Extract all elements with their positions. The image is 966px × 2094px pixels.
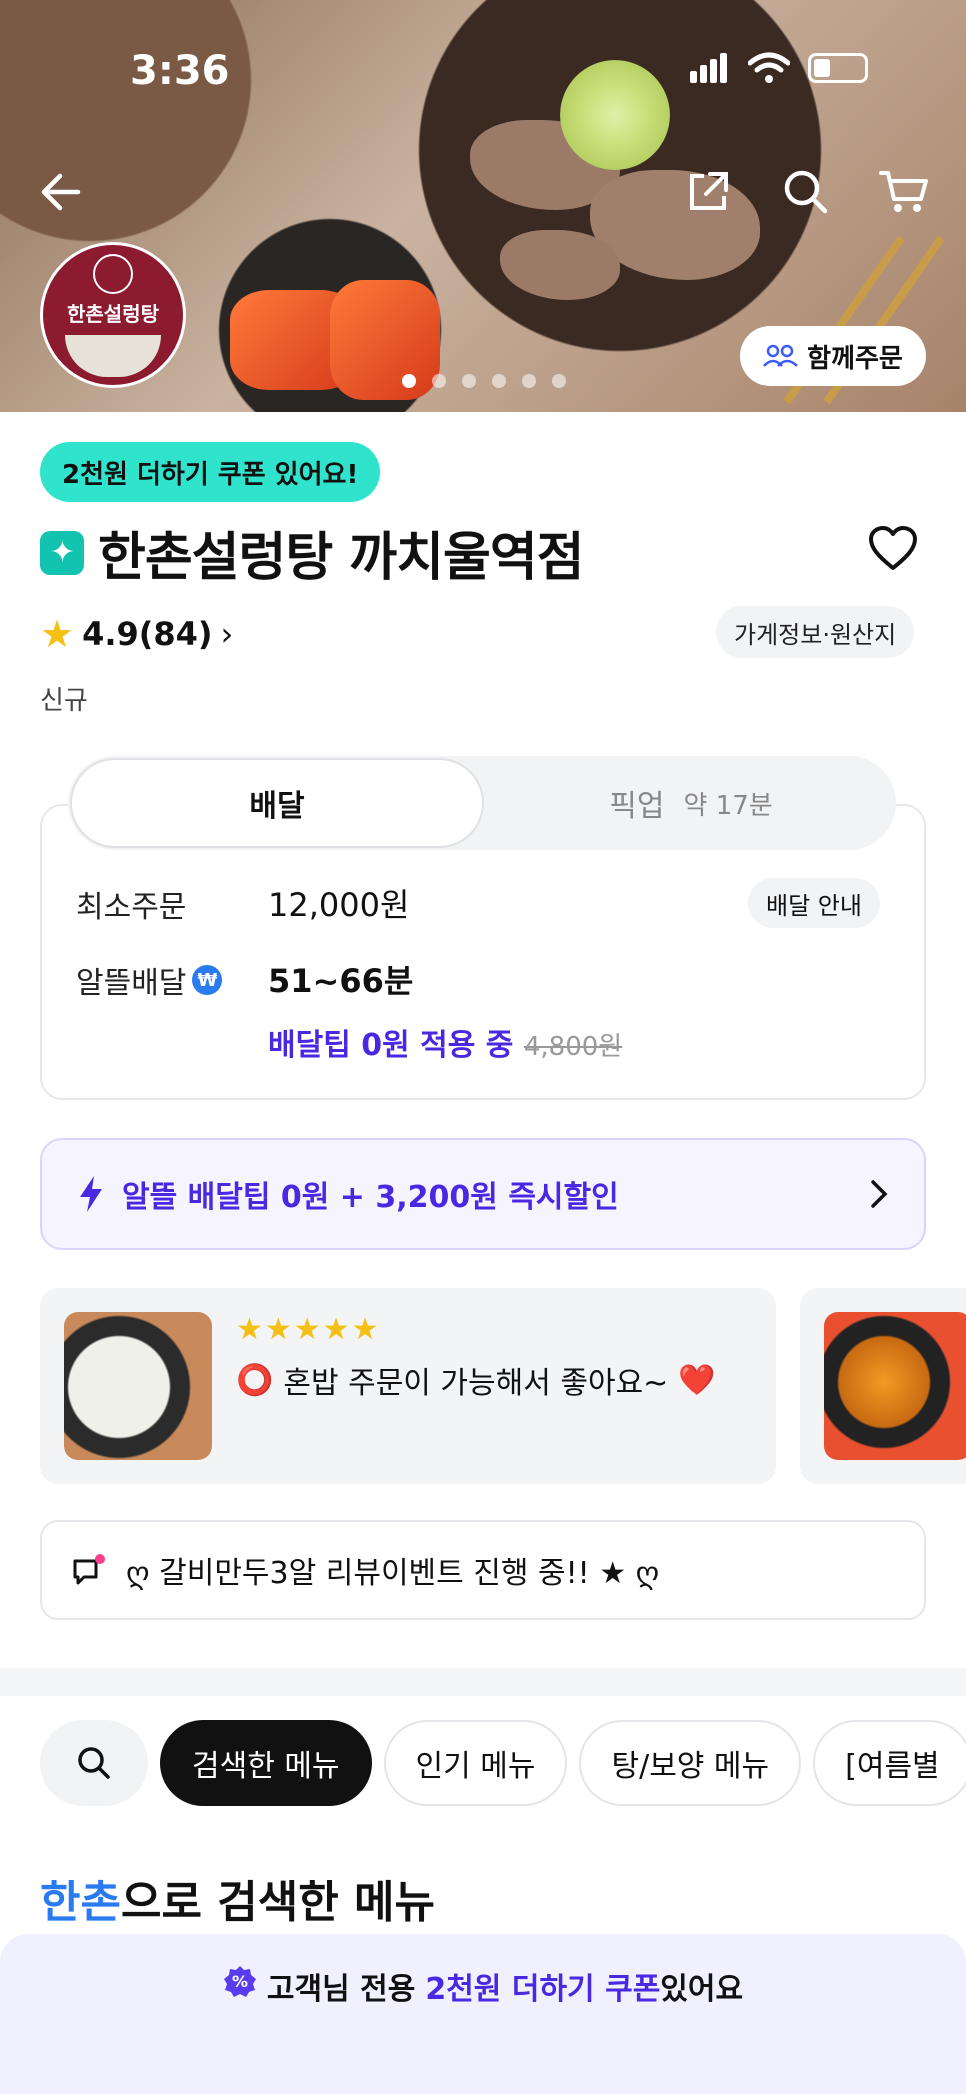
bottom-coupon-banner[interactable]: % 고객님 전용 2천원 더하기 쿠폰있어요 xyxy=(0,1934,966,2094)
tip-original: 4,800원 xyxy=(523,1032,623,1062)
share-button[interactable] xyxy=(678,162,738,222)
discount-promo-banner[interactable]: 알뜰 배달팁 0원 + 3,200원 즉시할인 xyxy=(40,1138,926,1250)
group-order-button[interactable]: 함께주문 xyxy=(740,326,926,386)
notice-bar[interactable]: ღ 갈비만두3알 리뷰이벤트 진행 중!! ★ ღ xyxy=(40,1520,926,1620)
people-icon xyxy=(763,344,799,367)
logo-text: 한촌설렁탕 xyxy=(67,301,159,326)
cart-icon xyxy=(879,171,928,212)
status-icons xyxy=(690,52,868,84)
tip-applied: 배달팁 0원 적용 중 xyxy=(268,1028,514,1063)
tab-popular-menu[interactable]: 인기 메뉴 xyxy=(383,1720,568,1806)
pickup-time: 약 17분 xyxy=(683,790,773,821)
menu-category-tabs: 검색한 메뉴 인기 메뉴 탕/보양 메뉴 [여름별 xyxy=(40,1720,966,1806)
review-card[interactable] xyxy=(800,1288,966,1484)
search-icon xyxy=(78,1747,110,1779)
heart-icon xyxy=(869,526,917,570)
section-title-rest: 으로 검색한 메뉴 xyxy=(120,1877,435,1928)
back-arrow-icon xyxy=(41,173,81,211)
carousel-dot[interactable] xyxy=(522,374,536,388)
favorite-button[interactable] xyxy=(868,526,918,576)
review-photo xyxy=(824,1312,966,1460)
star-icon: ★ xyxy=(40,612,75,656)
coupon-badge-icon: % xyxy=(223,1966,256,1997)
carousel-dot[interactable] xyxy=(432,374,446,388)
delivery-tip-line: 배달팁 0원 적용 중 4,800원 xyxy=(268,1020,622,1064)
search-button[interactable] xyxy=(776,162,836,222)
tab-searched-menu[interactable]: 검색한 메뉴 xyxy=(160,1720,372,1806)
carousel-dot[interactable] xyxy=(492,374,506,388)
carousel-dots xyxy=(402,374,566,388)
banner-highlight: 2천원 더하기 쿠폰 xyxy=(425,1972,661,2007)
search-icon xyxy=(784,170,828,214)
signal-icon xyxy=(690,53,730,83)
section-title: 한촌으로 검색한 메뉴 xyxy=(40,1866,435,1930)
carousel-dot[interactable] xyxy=(552,374,566,388)
wifi-icon xyxy=(748,52,790,83)
tab-soup-menu[interactable]: 탕/보양 메뉴 xyxy=(579,1720,802,1806)
new-tag: 신규 xyxy=(40,686,88,716)
tab-summer-menu[interactable]: [여름별 xyxy=(813,1720,966,1806)
banner-suffix: 있어요 xyxy=(660,1972,744,2007)
hero-image[interactable]: 3:36 한촌설렁탕 함께주문 xyxy=(0,0,966,412)
cart-button[interactable] xyxy=(874,162,934,222)
delivery-guide-button[interactable]: 배달 안내 xyxy=(748,878,880,928)
review-text-row: ⭕ 혼밥 주문이 가능해서 좋아요~ ❤️ xyxy=(236,1358,716,1402)
share-icon xyxy=(690,172,728,210)
carousel-dot[interactable] xyxy=(402,374,416,388)
section-title-highlight: 한촌 xyxy=(40,1877,121,1928)
min-order-label: 최소주문 xyxy=(76,890,187,925)
chevron-right-icon xyxy=(871,1180,888,1208)
carousel-dot[interactable] xyxy=(462,374,476,388)
promo-text: 알뜰 배달팁 0원 + 3,200원 즉시할인 xyxy=(122,1180,619,1215)
menu-search-button[interactable] xyxy=(40,1720,148,1806)
battery-icon xyxy=(808,53,868,83)
notice-text: ღ 갈비만두3알 리뷰이벤트 진행 중!! ★ ღ xyxy=(126,1556,660,1591)
store-title: ✦ 한촌설렁탕 까치울역점 xyxy=(40,515,585,590)
chevron-right-icon: › xyxy=(220,615,234,653)
banner-prefix: 고객님 전용 xyxy=(266,1972,416,2007)
order-type-tabs: 배달 픽업 약 17분 xyxy=(68,756,896,850)
store-info-button[interactable]: 가게정보·원산지 xyxy=(716,606,915,658)
back-button[interactable] xyxy=(30,162,90,222)
tab-pickup[interactable]: 픽업 약 17분 xyxy=(486,756,896,850)
lightning-icon xyxy=(80,1176,102,1212)
saver-delivery-label: 알뜰배달 xyxy=(76,966,187,1001)
saver-delivery-label-wrap: 알뜰배달 ₩ xyxy=(76,958,223,1002)
saver-delivery-time: 51~66분 xyxy=(268,962,414,1000)
won-badge-icon: ₩ xyxy=(192,965,223,995)
review-photo xyxy=(64,1312,212,1460)
status-time: 3:36 xyxy=(130,48,230,94)
review-card[interactable]: ★★★★★ ⭕ 혼밥 주문이 가능해서 좋아요~ ❤️ xyxy=(40,1288,776,1484)
review-text: 혼밥 주문이 가능해서 좋아요~ xyxy=(283,1366,669,1401)
section-divider xyxy=(0,1668,966,1696)
review-stars: ★★★★★ xyxy=(236,1312,381,1347)
heart-emoji-icon: ❤️ xyxy=(678,1362,716,1398)
tab-delivery[interactable]: 배달 xyxy=(70,758,484,848)
rating-link[interactable]: ★ 4.9(84) › xyxy=(40,612,233,656)
min-order-value: 12,000원 xyxy=(268,886,410,924)
group-order-label: 함께주문 xyxy=(807,343,903,374)
store-name: 한촌설렁탕 까치울역점 xyxy=(98,528,585,588)
store-logo: 한촌설렁탕 xyxy=(40,242,186,388)
coupon-pill[interactable]: 2천원 더하기 쿠폰 있어요! xyxy=(40,442,381,502)
megaphone-icon xyxy=(73,1554,105,1585)
svg-text:%: % xyxy=(232,1972,248,1991)
tab-pickup-label: 픽업 xyxy=(609,789,665,824)
rating-value: 4.9(84) xyxy=(82,615,213,653)
sparkle-icon: ✦ xyxy=(40,530,84,575)
tab-delivery-label: 배달 xyxy=(249,789,305,824)
circle-icon: ⭕ xyxy=(236,1362,274,1398)
